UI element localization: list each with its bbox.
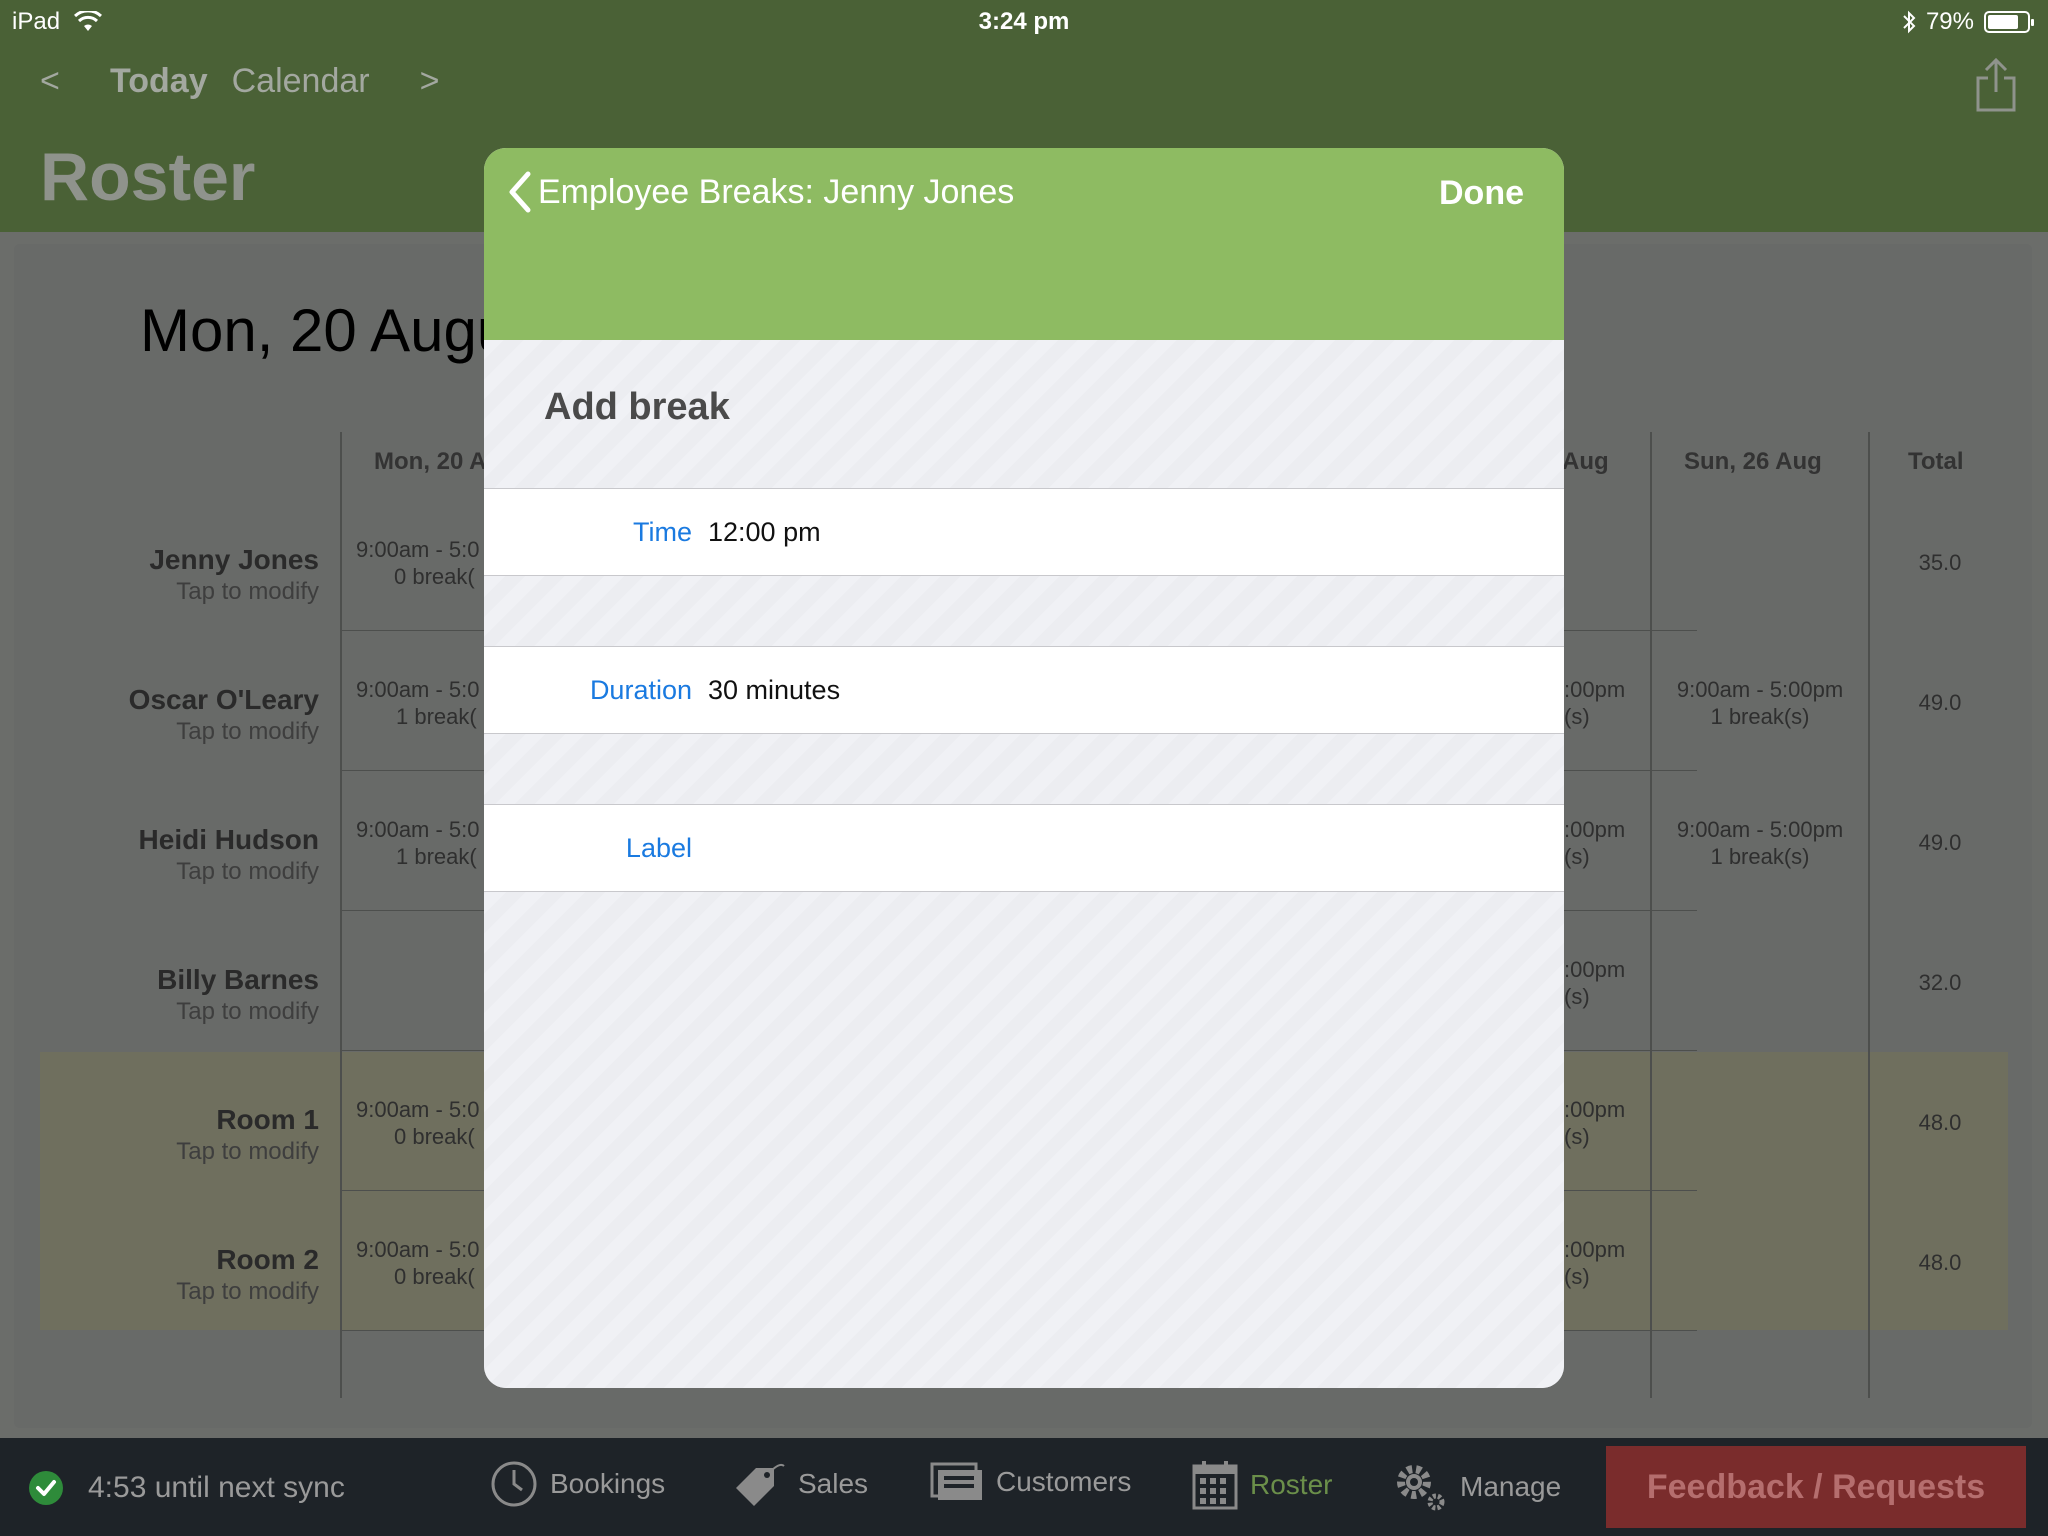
- next-button[interactable]: >: [420, 62, 440, 101]
- shift-cell[interactable]: 9:00am - 5:0 1 break(: [356, 676, 480, 730]
- employee-row[interactable]: Billy Barnes Tap to modify: [157, 964, 319, 1026]
- column-header-mon: Mon, 20 A: [374, 448, 487, 475]
- tap-hint: Tap to modify: [176, 718, 319, 745]
- duration-label: Duration: [589, 675, 692, 705]
- shift-cell[interactable]: :00pm (s): [1564, 676, 1625, 730]
- shift-cell[interactable]: :00pm (s): [1564, 1236, 1625, 1290]
- prev-button[interactable]: <: [40, 62, 100, 101]
- check-circle-icon: [29, 1471, 63, 1505]
- today-button[interactable]: Today: [110, 62, 208, 101]
- tab-roster[interactable]: Roster: [1192, 1460, 1332, 1510]
- tap-hint: Tap to modify: [176, 578, 319, 605]
- total-hours: 48.0: [1918, 1110, 1962, 1135]
- shift-cell[interactable]: :00pm (s): [1564, 816, 1625, 870]
- tap-hint: Tap to modify: [176, 858, 319, 885]
- gear-icon: [1397, 1465, 1445, 1511]
- calendar-icon: [1192, 1461, 1238, 1510]
- column-header-sat: Aug: [1562, 448, 1609, 475]
- tab-bookings[interactable]: Bookings: [490, 1460, 665, 1508]
- roster-date-heading: Mon, 20 Augu: [140, 297, 511, 364]
- status-bar: iPad 3:24 pm 79%: [0, 0, 2048, 42]
- total-hours: 48.0: [1918, 1250, 1962, 1275]
- tag-icon: [736, 1463, 785, 1506]
- total-hours: 49.0: [1918, 690, 1962, 715]
- shift-cell[interactable]: 9:00am - 5:00pm 1 break(s): [1660, 676, 1860, 730]
- page-title: Roster: [40, 139, 256, 215]
- sync-status: 4:53 until next sync: [28, 1470, 345, 1506]
- tap-hint: Tap to modify: [176, 1278, 319, 1305]
- tab-customers[interactable]: Customers: [930, 1460, 1131, 1504]
- tab-bar: 4:53 until next sync Bookings Sales Cust…: [0, 1438, 2048, 1536]
- tab-sales[interactable]: Sales: [730, 1460, 868, 1508]
- total-hours: 32.0: [1918, 970, 1962, 995]
- shift-cell[interactable]: :00pm (s): [1564, 956, 1625, 1010]
- sync-text: 4:53 until next sync: [88, 1471, 345, 1504]
- tap-hint: Tap to modify: [176, 998, 319, 1025]
- employee-name: Heidi Hudson: [138, 824, 319, 855]
- clock-icon: [491, 1461, 537, 1507]
- employee-name: Jenny Jones: [149, 544, 319, 575]
- employee-row[interactable]: Oscar O'Leary Tap to modify: [129, 684, 319, 746]
- time-field[interactable]: Time 12:00 pm: [484, 488, 1564, 576]
- tab-manage[interactable]: Manage: [1392, 1460, 1561, 1514]
- employee-row[interactable]: Room 2 Tap to modify: [176, 1244, 319, 1306]
- grid-divider: [1868, 432, 1870, 1398]
- calendar-button[interactable]: Calendar: [232, 62, 370, 101]
- bluetooth-icon: [1903, 10, 1916, 34]
- employee-name: Oscar O'Leary: [128, 684, 319, 715]
- shift-cell[interactable]: 9:00am - 5:0 0 break(: [356, 1096, 480, 1150]
- duration-field[interactable]: Duration 30 minutes: [484, 646, 1564, 734]
- employee-row[interactable]: Jenny Jones Tap to modify: [149, 544, 319, 606]
- modal-title: Employee Breaks: Jenny Jones: [538, 172, 1015, 211]
- employee-name: Room 2: [216, 1244, 319, 1275]
- employee-breaks-modal: Employee Breaks: Jenny Jones Done Add br…: [484, 148, 1564, 1388]
- customers-icon: [930, 1462, 982, 1500]
- grid-divider: [1650, 432, 1652, 1398]
- battery-percent: 79%: [1925, 8, 1974, 35]
- total-hours: 35.0: [1918, 550, 1962, 575]
- section-title: Add break: [544, 386, 730, 428]
- done-button[interactable]: Done: [1439, 174, 1524, 213]
- modal-body: Add break Time 12:00 pm Duration 30 minu…: [484, 340, 1564, 1388]
- employee-row[interactable]: Heidi Hudson Tap to modify: [139, 824, 319, 886]
- total-hours: 49.0: [1918, 830, 1962, 855]
- battery-icon: [1984, 11, 2034, 33]
- column-header-total: Total: [1908, 448, 1964, 475]
- back-button[interactable]: Employee Breaks: Jenny Jones: [506, 170, 1014, 214]
- tap-hint: Tap to modify: [176, 1138, 319, 1165]
- chevron-left-icon: [509, 171, 531, 213]
- shift-cell[interactable]: 9:00am - 5:00pm 1 break(s): [1660, 816, 1860, 870]
- share-icon[interactable]: [1974, 56, 2018, 114]
- clock: 3:24 pm: [978, 8, 1070, 35]
- label-field[interactable]: Label: [484, 804, 1564, 892]
- grid-divider: [340, 432, 342, 1398]
- employee-name: Room 1: [216, 1104, 319, 1135]
- shift-cell[interactable]: 9:00am - 5:0 0 break(: [356, 536, 480, 590]
- duration-value[interactable]: 30 minutes: [708, 675, 840, 706]
- employee-name: Billy Barnes: [157, 964, 319, 995]
- time-label: Time: [633, 517, 692, 547]
- label-label: Label: [625, 833, 692, 863]
- shift-cell[interactable]: 9:00am - 5:0 0 break(: [356, 1236, 480, 1290]
- feedback-requests-button[interactable]: Feedback / Requests: [1606, 1446, 2026, 1528]
- time-value[interactable]: 12:00 pm: [708, 517, 821, 548]
- shift-cell[interactable]: :00pm (s): [1564, 1096, 1625, 1150]
- modal-header: Employee Breaks: Jenny Jones Done: [484, 148, 1564, 340]
- column-header-sun: Sun, 26 Aug: [1684, 448, 1822, 475]
- employee-row[interactable]: Room 1 Tap to modify: [176, 1104, 319, 1166]
- shift-cell[interactable]: 9:00am - 5:0 1 break(: [356, 816, 480, 870]
